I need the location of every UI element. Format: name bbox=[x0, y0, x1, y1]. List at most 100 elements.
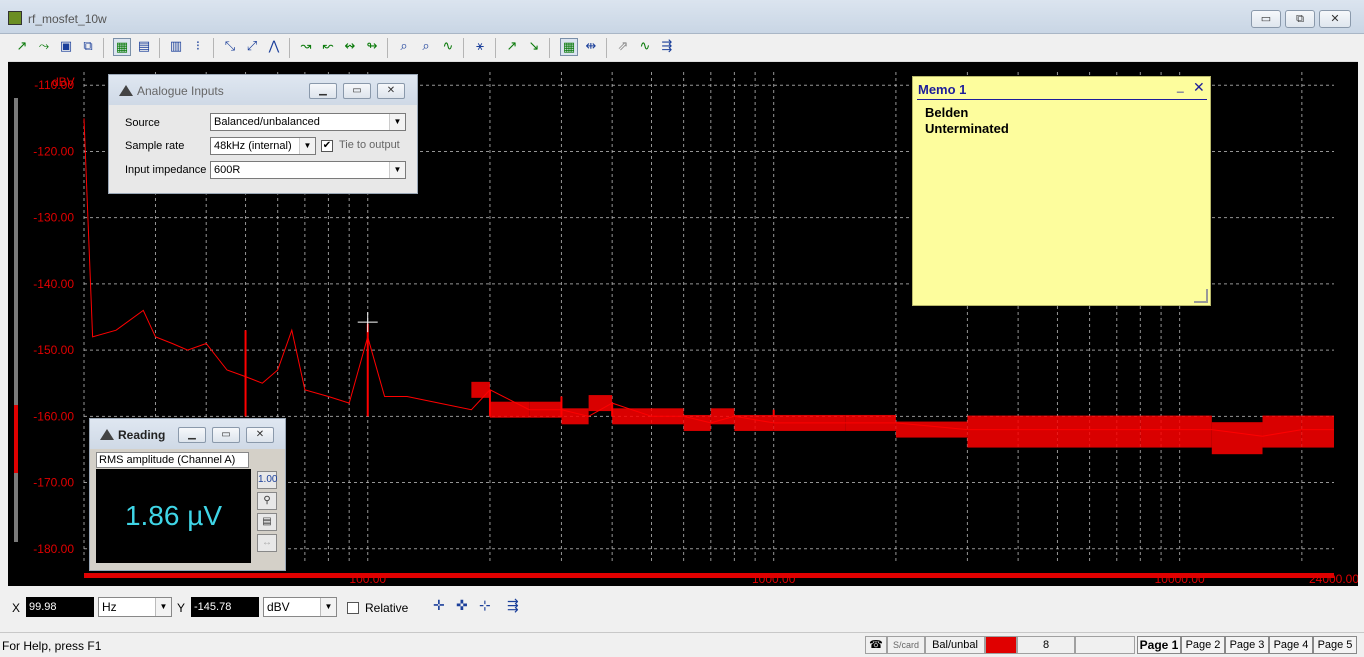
reading-window: Reading ▁ ▭ ✕ RMS amplitude (Channel A) … bbox=[89, 418, 286, 571]
reading-titlebar[interactable]: Reading ▁ ▭ ✕ bbox=[90, 419, 285, 449]
tie-to-output-checkbox[interactable]: ✔ bbox=[321, 140, 333, 152]
app-triangle-icon bbox=[100, 429, 114, 440]
expand-icon[interactable]: ↔ bbox=[257, 534, 277, 552]
resize-grip-icon[interactable] bbox=[1194, 289, 1208, 303]
cursor-track-icon[interactable]: ⇶ bbox=[507, 597, 519, 614]
save-icon[interactable]: ▣ bbox=[57, 38, 75, 56]
chevron-down-icon: ▼ bbox=[320, 598, 336, 616]
memo-divider bbox=[917, 99, 1207, 100]
y-axis-label: dBV bbox=[52, 75, 75, 89]
peak-icon[interactable]: ↭ bbox=[341, 38, 359, 56]
minimize-icon[interactable]: ▁ bbox=[178, 427, 206, 443]
close-icon[interactable]: ✕ bbox=[246, 427, 274, 443]
source-label: Source bbox=[125, 117, 160, 129]
y-unit-value: dBV bbox=[267, 600, 290, 614]
y-tick-label: -160.00 bbox=[33, 409, 74, 423]
status-empty-cell bbox=[1075, 636, 1135, 654]
noise-band bbox=[1301, 415, 1334, 448]
cursor-add-icon[interactable]: ✛ bbox=[433, 597, 445, 614]
sample-rate-select[interactable]: 48kHz (internal) ▼ bbox=[210, 137, 316, 155]
trace-icon[interactable]: ⋀ bbox=[265, 38, 283, 56]
up-icon[interactable]: ↗ bbox=[503, 38, 521, 56]
probe-icon[interactable]: ⚲ bbox=[257, 492, 277, 510]
next-peak-icon[interactable]: ↬ bbox=[363, 38, 381, 56]
sample-rate-value: 48kHz (internal) bbox=[214, 140, 292, 152]
noise-band bbox=[1140, 415, 1212, 448]
marker-right-icon[interactable]: ↜ bbox=[319, 38, 337, 56]
restore-icon[interactable]: ▭ bbox=[212, 427, 240, 443]
memo-line-1[interactable]: Belden bbox=[925, 105, 968, 120]
zoom-in-icon[interactable]: ⌕ bbox=[395, 38, 413, 56]
zoom-x-icon[interactable]: ⤡ bbox=[221, 38, 239, 56]
zoom-y-icon[interactable]: ⤢ bbox=[243, 38, 261, 56]
spectrum-view-icon[interactable]: ▦ bbox=[113, 38, 131, 56]
minimize-icon[interactable]: ▁ bbox=[309, 83, 337, 99]
noise-band bbox=[1057, 415, 1141, 448]
cursor-snap-icon[interactable]: ⊹ bbox=[479, 597, 491, 614]
tab-page-4[interactable]: Page 4 bbox=[1269, 636, 1313, 654]
reading-title: Reading bbox=[118, 428, 166, 442]
close-icon[interactable]: ✕ bbox=[1193, 79, 1205, 96]
close-button[interactable]: ✕ bbox=[1319, 10, 1351, 28]
down-icon[interactable]: ↘ bbox=[525, 38, 543, 56]
scroll-bar bbox=[84, 573, 1334, 578]
y-label: Y bbox=[177, 601, 186, 615]
chevron-down-icon: ▼ bbox=[155, 598, 171, 616]
relative-checkbox[interactable] bbox=[347, 602, 359, 614]
noise-band bbox=[561, 408, 589, 425]
y-unit-select[interactable]: dBV ▼ bbox=[263, 597, 337, 617]
noise-band bbox=[471, 381, 490, 398]
minimize-icon[interactable]: _ bbox=[1177, 79, 1184, 93]
zoom-out-icon[interactable]: ⌕ bbox=[417, 38, 435, 56]
count-indicator: 8 bbox=[1017, 636, 1075, 654]
noise-band bbox=[489, 401, 530, 418]
input-indicator: Bal/unbal bbox=[925, 636, 985, 654]
settings-icon[interactable]: ▤ bbox=[257, 513, 277, 531]
minimize-button[interactable]: ▭ bbox=[1251, 10, 1281, 28]
signal-icon[interactable]: ∿ bbox=[636, 38, 654, 56]
table-view-icon[interactable]: ▤ bbox=[135, 38, 153, 56]
tie-to-output-label: Tie to output bbox=[339, 139, 400, 151]
x-unit-select[interactable]: Hz ▼ bbox=[98, 597, 172, 617]
memo-line-2[interactable]: Unterminated bbox=[925, 121, 1009, 136]
analyzer-icon[interactable]: ▦ bbox=[560, 38, 578, 56]
tab-page-2[interactable]: Page 2 bbox=[1181, 636, 1225, 654]
noise-band bbox=[1262, 415, 1302, 448]
source-select[interactable]: Balanced/unbalanced ▼ bbox=[210, 113, 406, 131]
close-icon[interactable]: ✕ bbox=[377, 83, 405, 99]
cursor-move-icon[interactable]: ✜ bbox=[456, 597, 468, 614]
restore-icon[interactable]: ▭ bbox=[343, 83, 371, 99]
analogue-inputs-titlebar[interactable]: Analogue Inputs ▁ ▭ ✕ bbox=[109, 75, 417, 105]
reading-measurement-label: RMS amplitude (Channel A) bbox=[96, 452, 249, 468]
tab-page-1[interactable]: Page 1 bbox=[1137, 636, 1181, 654]
memo-window: Memo 1 _ ✕ Belden Unterminated bbox=[912, 76, 1211, 306]
marker-left-icon[interactable]: ↝ bbox=[297, 38, 315, 56]
autoscale-icon[interactable]: ⚹ bbox=[471, 38, 489, 56]
level-indicator bbox=[985, 636, 1017, 654]
generator-icon[interactable]: ↗ bbox=[13, 38, 31, 56]
noise-band bbox=[967, 415, 1058, 448]
channels-icon[interactable]: ⇶ bbox=[658, 38, 676, 56]
input-impedance-select[interactable]: 600R ▼ bbox=[210, 161, 406, 179]
app-icon bbox=[8, 11, 22, 25]
toolbar: ↗ ⤳ ▣ ⧉ ▦ ▤ ▥ ⁝ ⤡ ⤢ ⋀ ↝ ↜ ↭ ↬ ⌕ ⌕ ∿ ⚹ ↗ … bbox=[8, 34, 1358, 62]
noise-band bbox=[710, 408, 735, 425]
precision-icon[interactable]: 1.00 bbox=[257, 471, 277, 489]
chevron-down-icon: ▼ bbox=[389, 114, 405, 130]
grid-icon[interactable]: ⁝ bbox=[189, 38, 207, 56]
waveform-icon[interactable]: ⤳ bbox=[35, 38, 53, 56]
source-value: Balanced/unbalanced bbox=[214, 116, 320, 128]
settings-icon[interactable]: ▥ bbox=[167, 38, 185, 56]
copy-icon[interactable]: ⧉ bbox=[79, 38, 97, 56]
y-value-field[interactable]: -145.78 bbox=[191, 597, 259, 617]
y-tick-label: -150.00 bbox=[33, 343, 74, 357]
reading-value: 1.86 µV bbox=[96, 469, 251, 563]
restore-button[interactable]: ⧉ bbox=[1285, 10, 1315, 28]
app-triangle-icon bbox=[119, 85, 133, 96]
export-icon[interactable]: ⇗ bbox=[614, 38, 632, 56]
wave-icon[interactable]: ∿ bbox=[439, 38, 457, 56]
tab-page-5[interactable]: Page 5 bbox=[1313, 636, 1357, 654]
x-value-field[interactable]: 99.98 bbox=[26, 597, 94, 617]
swap-icon[interactable]: ⇹ bbox=[582, 38, 600, 56]
tab-page-3[interactable]: Page 3 bbox=[1225, 636, 1269, 654]
